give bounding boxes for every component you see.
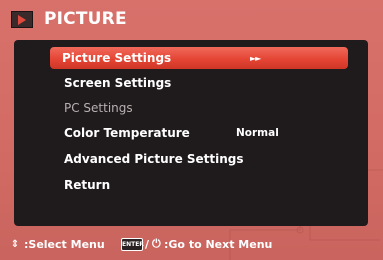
up-down-arrow-icon: ⇕ (10, 239, 20, 250)
next-menu-hint: :Go to Next Menu (164, 238, 273, 251)
menu-item-advanced-picture-settings[interactable]: Advanced Picture Settings (52, 148, 348, 170)
menu-item-return[interactable]: Return (52, 174, 348, 196)
power-icon: ⏻ (152, 237, 161, 250)
menu-item-label: Color Temperature (64, 126, 190, 140)
picture-mode-icon (11, 11, 33, 28)
menu-item-label: PC Settings (64, 101, 133, 115)
menu-item-label: Screen Settings (64, 76, 172, 90)
menu-item-label: Picture Settings (62, 51, 172, 65)
tv-screen: PICTURE Picture Settings ►► Screen Setti… (0, 0, 383, 260)
select-menu-hint: :Select Menu (24, 238, 105, 251)
color-temperature-value: Normal (236, 127, 279, 139)
menu-title: PICTURE (44, 9, 127, 29)
menu-item-picture-settings[interactable]: Picture Settings ►► (50, 47, 348, 69)
submenu-arrow-icon: ►► (250, 53, 261, 63)
menu-item-label: Advanced Picture Settings (64, 152, 244, 166)
menu-header: PICTURE (0, 0, 383, 40)
menu-item-pc-settings[interactable]: PC Settings (52, 97, 348, 119)
menu-item-label: Return (64, 178, 111, 192)
menu-item-screen-settings[interactable]: Screen Settings (52, 72, 348, 94)
menu-item-color-temperature[interactable]: Color Temperature Normal (52, 122, 348, 144)
slash-separator: / (145, 238, 150, 251)
help-bar: ⇕ :Select Menu ENTER / ⏻ :Go to Next Men… (0, 232, 383, 258)
enter-key-icon: ENTER (121, 238, 144, 251)
